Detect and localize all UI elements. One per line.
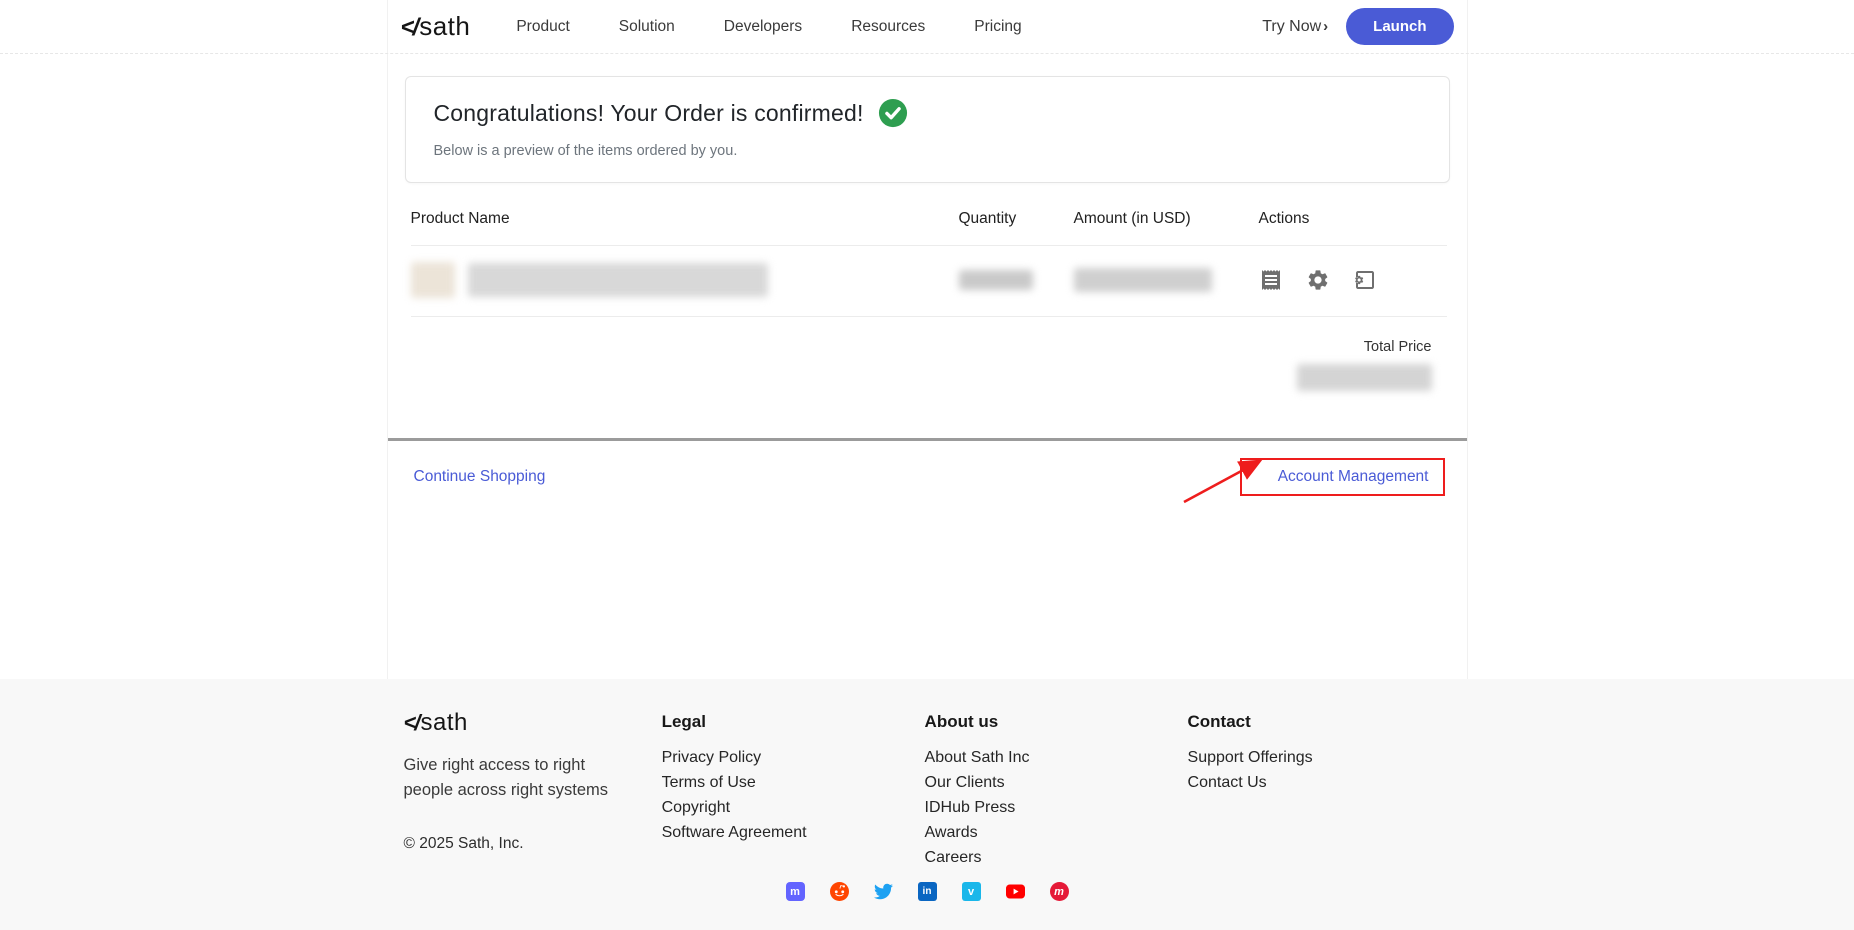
- footer-link-copyright[interactable]: Copyright: [662, 799, 925, 817]
- sath-logo[interactable]: </ sath: [401, 11, 471, 42]
- confirmation-title: Congratulations! Your Order is confirmed…: [434, 100, 864, 127]
- confirmation-subtitle: Below is a preview of the items ordered …: [434, 143, 1421, 159]
- footer-sath-logo-text: sath: [420, 709, 467, 737]
- try-now-link[interactable]: Try Now ›: [1262, 18, 1328, 36]
- manage-app-icon[interactable]: [1353, 268, 1377, 292]
- account-management-link[interactable]: Account Management: [1278, 468, 1429, 485]
- amount-value-redacted: [1074, 268, 1212, 292]
- footer-sath-logo-mark-icon: </: [404, 710, 419, 736]
- table-row: [411, 246, 1447, 317]
- launch-button[interactable]: Launch: [1346, 8, 1453, 45]
- order-confirmation-card: Congratulations! Your Order is confirmed…: [405, 76, 1450, 183]
- nav-item-resources[interactable]: Resources: [851, 18, 925, 36]
- column-header-product-name: Product Name: [411, 210, 959, 228]
- footer-link-software-agreement[interactable]: Software Agreement: [662, 824, 925, 842]
- meetup-icon[interactable]: m: [1050, 882, 1069, 901]
- sath-logo-mark-icon: </: [401, 14, 418, 42]
- receipt-icon[interactable]: [1259, 268, 1283, 292]
- column-header-actions: Actions: [1259, 210, 1447, 228]
- nav-item-solution[interactable]: Solution: [619, 18, 675, 36]
- social-icons-row: m in v m: [387, 882, 1468, 901]
- top-navigation: </ sath Product Solution Developers Reso…: [0, 0, 1854, 54]
- table-header-row: Product Name Quantity Amount (in USD) Ac…: [411, 210, 1447, 246]
- page: </ sath Product Solution Developers Reso…: [0, 0, 1854, 930]
- nav-links: Product Solution Developers Resources Pr…: [516, 18, 1021, 36]
- column-header-amount: Amount (in USD): [1074, 210, 1259, 228]
- footer-copyright: © 2025 Sath, Inc.: [404, 835, 662, 853]
- success-check-icon: [878, 98, 908, 128]
- page-footer: </ sath Give right access to right peopl…: [0, 679, 1854, 930]
- continue-shopping-link[interactable]: Continue Shopping: [414, 468, 546, 486]
- footer-link-careers[interactable]: Careers: [925, 849, 1188, 867]
- youtube-icon[interactable]: [1006, 882, 1025, 901]
- sath-logo-text: sath: [419, 11, 470, 42]
- footer-link-privacy-policy[interactable]: Privacy Policy: [662, 749, 925, 767]
- footer-heading-legal: Legal: [662, 712, 925, 732]
- settings-gear-icon[interactable]: [1306, 268, 1330, 292]
- total-price-label: Total Price: [411, 339, 1447, 355]
- footer-link-contact-us[interactable]: Contact Us: [1188, 774, 1451, 792]
- column-header-quantity: Quantity: [959, 210, 1074, 228]
- footer-link-support-offerings[interactable]: Support Offerings: [1188, 749, 1451, 767]
- vimeo-icon[interactable]: v: [962, 882, 981, 901]
- total-price-value-redacted: [1297, 364, 1432, 391]
- chevron-right-icon: ›: [1323, 18, 1328, 35]
- footer-link-idhub-press[interactable]: IDHub Press: [925, 799, 1188, 817]
- footer-brand-column: </ sath Give right access to right peopl…: [404, 709, 662, 874]
- product-name-redacted: [468, 263, 768, 297]
- footer-link-awards[interactable]: Awards: [925, 824, 1188, 842]
- main-content: Congratulations! Your Order is confirmed…: [387, 54, 1468, 679]
- order-items-table: Product Name Quantity Amount (in USD) Ac…: [411, 210, 1447, 391]
- footer-link-terms-of-use[interactable]: Terms of Use: [662, 774, 925, 792]
- footer-column-about: About us About Sath Inc Our Clients IDHu…: [925, 709, 1188, 874]
- reddit-icon[interactable]: [830, 882, 849, 901]
- footer-link-our-clients[interactable]: Our Clients: [925, 774, 1188, 792]
- total-price-block: Total Price: [411, 339, 1447, 391]
- linkedin-icon[interactable]: in: [918, 882, 937, 901]
- footer-column-legal: Legal Privacy Policy Terms of Use Copyri…: [662, 709, 925, 874]
- footer-sath-logo[interactable]: </ sath: [404, 709, 662, 737]
- nav-item-pricing[interactable]: Pricing: [974, 18, 1021, 36]
- footer-tagline: Give right access to right people across…: [404, 753, 624, 803]
- try-now-label: Try Now: [1262, 18, 1321, 36]
- footer-column-contact: Contact Support Offerings Contact Us: [1188, 709, 1451, 874]
- mastodon-icon[interactable]: m: [786, 882, 805, 901]
- footer-heading-about-us: About us: [925, 712, 1188, 732]
- footer-link-about-sath[interactable]: About Sath Inc: [925, 749, 1188, 767]
- footer-links-row: Continue Shopping Account Management: [388, 441, 1467, 496]
- footer-heading-contact: Contact: [1188, 712, 1451, 732]
- twitter-icon[interactable]: [874, 882, 893, 901]
- quantity-value-redacted: [959, 270, 1033, 290]
- product-thumbnail-redacted: [411, 262, 455, 298]
- nav-item-developers[interactable]: Developers: [724, 18, 802, 36]
- nav-item-product[interactable]: Product: [516, 18, 569, 36]
- annotation-highlight-box: Account Management: [1240, 458, 1445, 496]
